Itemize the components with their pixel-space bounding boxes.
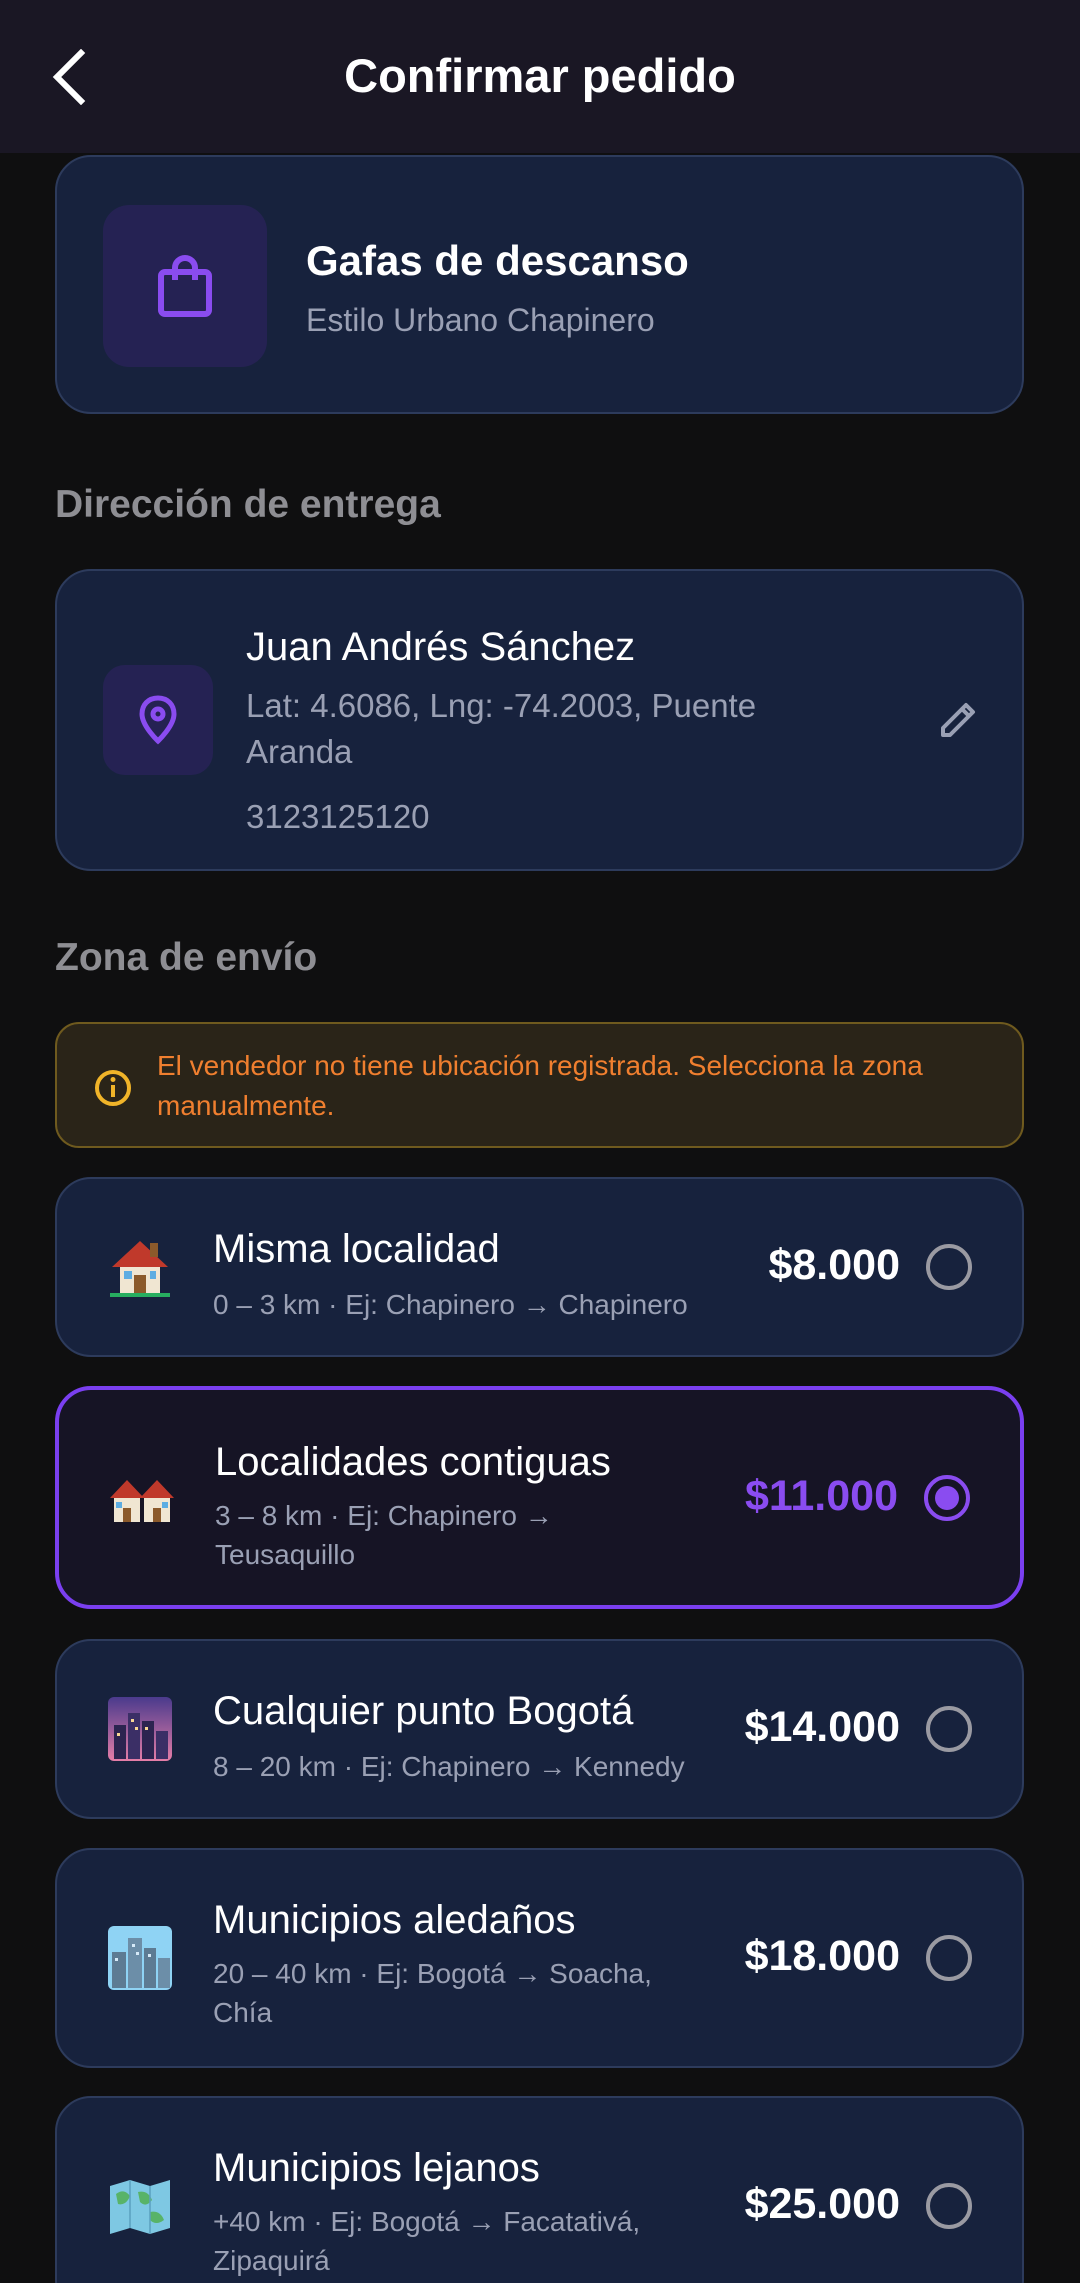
store-name: Estilo Urbano Chapinero <box>306 302 655 338</box>
zone-option-cualquier-punto[interactable]: Cualquier punto Bogotá 8 – 20 km · Ej: C… <box>55 1639 1024 1819</box>
zone-option-localidades-contiguas[interactable]: Localidades contiguas 3 – 8 km · Ej: Cha… <box>55 1386 1024 1609</box>
zone-option-municipios-aledanos[interactable]: Municipios aledaños 20 – 40 km · Ej: Bog… <box>55 1848 1024 2068</box>
zone-title: Municipios lejanos <box>213 2146 540 2190</box>
zone-radio[interactable] <box>926 1244 972 1290</box>
house-icon <box>105 1232 175 1302</box>
shopping-bag-icon <box>158 255 212 317</box>
zone-title: Municipios aledaños <box>213 1898 576 1942</box>
zone-title: Cualquier punto Bogotá <box>213 1689 634 1733</box>
zone-title: Misma localidad <box>213 1227 500 1271</box>
zone-price: $18.000 <box>744 1932 900 1980</box>
delivery-section-title: Dirección de entrega <box>55 483 441 526</box>
warning-banner: El vendedor no tiene ubicación registrad… <box>55 1022 1024 1148</box>
address-card[interactable]: Juan Andrés Sánchez Lat: 4.6086, Lng: -7… <box>55 569 1024 871</box>
zone-title: Localidades contiguas <box>215 1440 611 1484</box>
recipient-phone: 3123125120 <box>246 798 430 835</box>
zone-price: $8.000 <box>768 1241 900 1289</box>
zone-option-municipios-lejanos[interactable]: Municipios lejanos +40 km · Ej: Bogotá →… <box>55 2096 1024 2283</box>
zone-radio-selected[interactable] <box>924 1474 970 1521</box>
zone-section-title: Zona de envío <box>55 936 318 979</box>
houses-icon <box>107 1463 177 1533</box>
cityscape-dusk-icon <box>105 1694 175 1764</box>
zone-description: 0 – 3 km · Ej: Chapinero → Chapinero <box>213 1289 688 1320</box>
zone-price: $14.000 <box>744 1703 900 1751</box>
scroll-content[interactable]: Gafas de descanso Estilo Urbano Chapiner… <box>0 153 1080 2283</box>
world-map-icon <box>105 2171 175 2241</box>
zone-radio[interactable] <box>926 1706 972 1752</box>
location-icon-container <box>103 665 213 775</box>
pencil-icon <box>941 703 975 737</box>
cityscape-icon <box>105 1923 175 1993</box>
zone-option-misma-localidad[interactable]: Misma localidad 0 – 3 km · Ej: Chapinero… <box>55 1177 1024 1357</box>
recipient-name: Juan Andrés Sánchez <box>246 625 636 669</box>
info-icon <box>95 1070 131 1106</box>
edit-address-button[interactable] <box>929 689 989 749</box>
product-name: Gafas de descanso <box>306 237 689 284</box>
app-bar: Confirmar pedido <box>0 0 1080 153</box>
delivery-address: Lat: 4.6086, Lng: -74.2003, Puente Arand… <box>246 687 757 770</box>
zone-description: 20 – 40 km · Ej: Bogotá → Soacha, Chía <box>213 1958 652 2028</box>
zone-radio[interactable] <box>926 1935 972 1981</box>
zone-description: 8 – 20 km · Ej: Chapinero → Kennedy <box>213 1751 685 1782</box>
zone-radio[interactable] <box>926 2183 972 2229</box>
warning-text: El vendedor no tiene ubicación registrad… <box>157 1050 923 1121</box>
zone-price: $25.000 <box>744 2180 900 2228</box>
product-card: Gafas de descanso Estilo Urbano Chapiner… <box>55 155 1024 414</box>
zone-description: 3 – 8 km · Ej: Chapinero → Teusaquillo <box>215 1500 553 1570</box>
product-icon-container <box>103 205 267 367</box>
zone-description: +40 km · Ej: Bogotá → Facatativá, Zipaqu… <box>213 2206 641 2276</box>
zone-price: $11.000 <box>744 1471 898 1520</box>
page-title: Confirmar pedido <box>344 49 736 102</box>
location-pin-icon <box>139 695 177 745</box>
